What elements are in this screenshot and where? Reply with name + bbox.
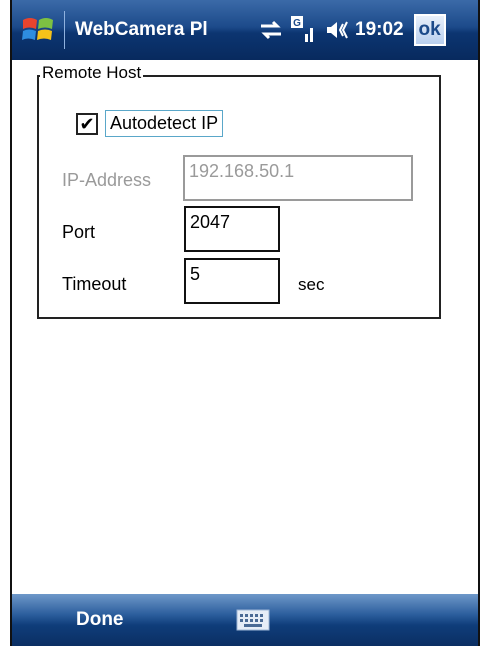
keyboard-icon <box>236 609 270 631</box>
group-label: Remote Host <box>40 63 144 83</box>
done-softkey[interactable]: Done <box>76 609 166 631</box>
ip-address-field[interactable]: 192.168.50.1 <box>183 155 413 201</box>
device-screen: WebCamera Pl G 19:02 ok Remote Host ✔ Au… <box>10 0 480 646</box>
port-field[interactable]: 2047 <box>184 206 280 252</box>
checkmark-icon: ✔ <box>79 113 95 134</box>
title-separator <box>64 11 65 49</box>
status-icons: G <box>259 16 351 44</box>
clock[interactable]: 19:02 <box>355 19 404 41</box>
timeout-label: Timeout <box>62 274 127 294</box>
timeout-unit-label: sec <box>298 275 325 294</box>
ok-button[interactable]: ok <box>413 14 446 46</box>
menu-bar: Done <box>12 594 478 646</box>
port-label: Port <box>62 222 96 242</box>
connectivity-icon[interactable] <box>259 19 283 41</box>
autodetect-ip-label[interactable]: Autodetect IP <box>105 110 224 137</box>
autodetect-ip-checkbox[interactable]: ✔ <box>76 112 98 135</box>
volume-icon[interactable] <box>325 19 351 41</box>
windows-flag-icon <box>22 18 53 40</box>
title-bar: WebCamera Pl G 19:02 ok <box>12 0 478 60</box>
autodetect-ip-row[interactable]: ✔ Autodetect IP <box>76 110 224 137</box>
timeout-field[interactable]: 5 <box>184 258 280 304</box>
signal-strength-icon[interactable]: G <box>291 16 317 44</box>
ip-address-label: IP-Address <box>62 170 152 190</box>
input-panel-button[interactable] <box>236 609 270 631</box>
start-menu-button[interactable] <box>12 0 64 60</box>
signal-badge: G <box>293 18 301 29</box>
app-title: WebCamera Pl <box>75 19 208 40</box>
